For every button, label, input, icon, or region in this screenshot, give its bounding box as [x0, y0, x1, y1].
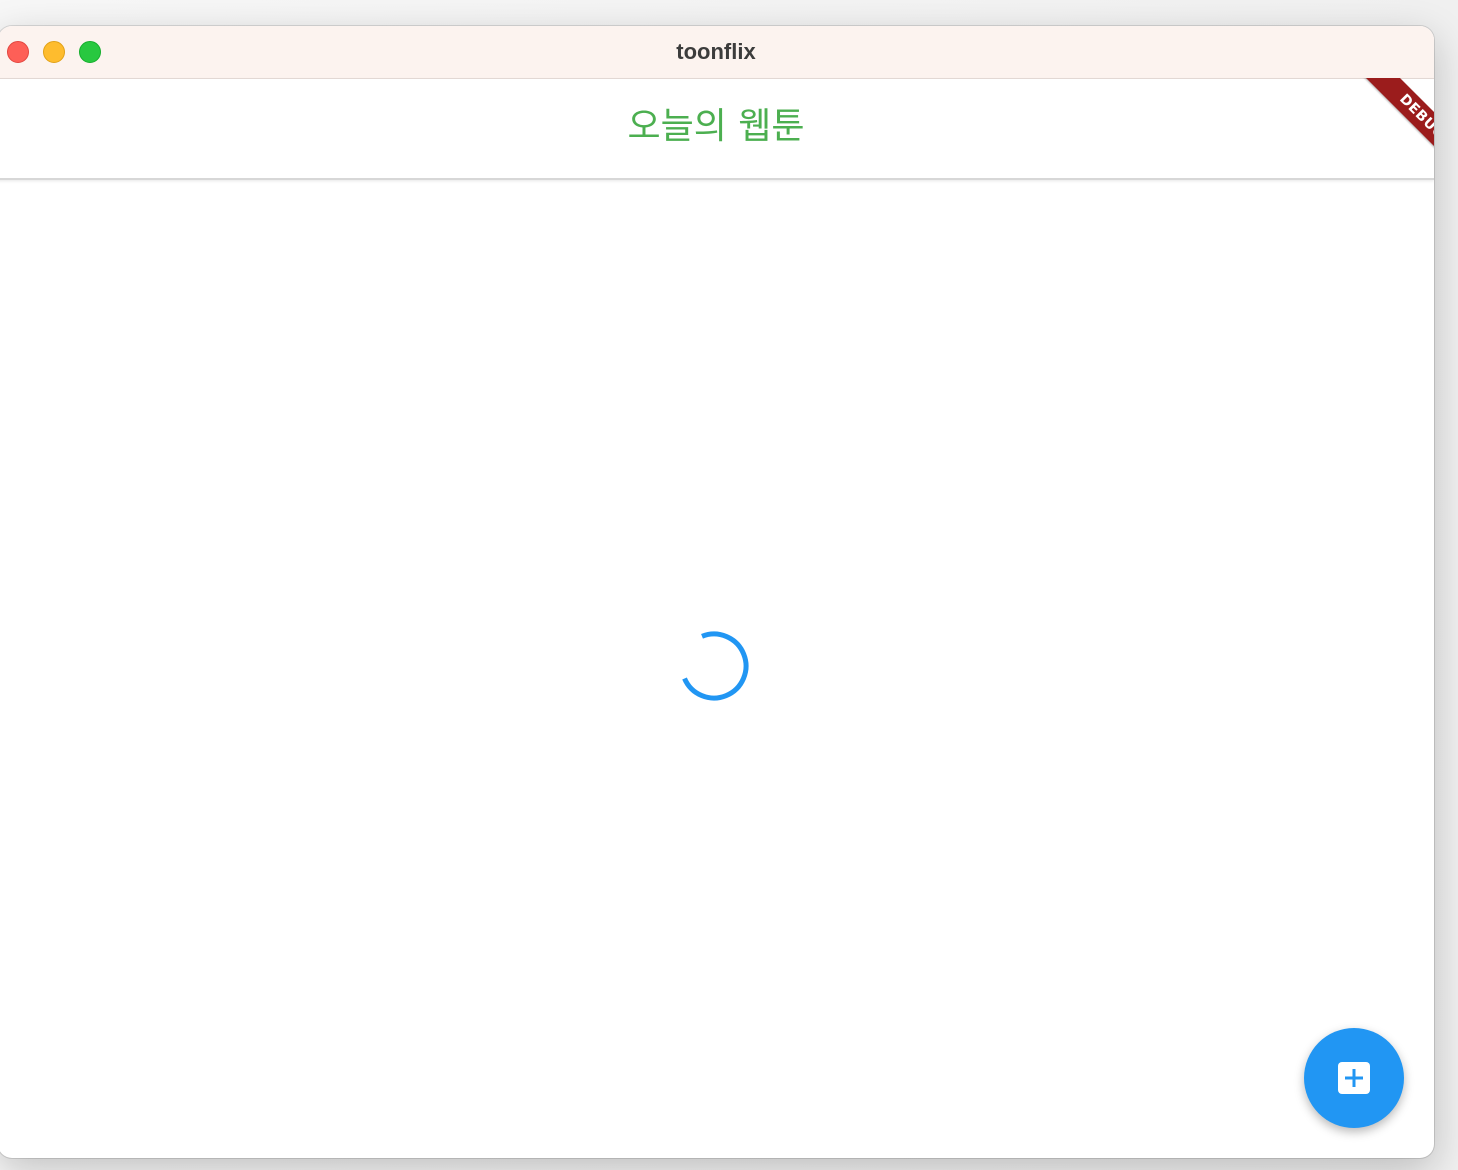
loading-spinner — [679, 631, 749, 701]
page-title: 오늘의 웹툰 — [627, 106, 805, 147]
add-box-icon — [1338, 1062, 1370, 1094]
app-bar: 오늘의 웹툰 — [0, 79, 1434, 180]
window-titlebar[interactable]: toonflix — [0, 26, 1434, 79]
add-button[interactable] — [1304, 1028, 1404, 1128]
desktop: toonflix 오늘의 웹툰 DEBUG — [0, 0, 1458, 1170]
window-title: toonflix — [676, 39, 756, 64]
app-window: toonflix 오늘의 웹툰 DEBUG — [0, 26, 1434, 1158]
